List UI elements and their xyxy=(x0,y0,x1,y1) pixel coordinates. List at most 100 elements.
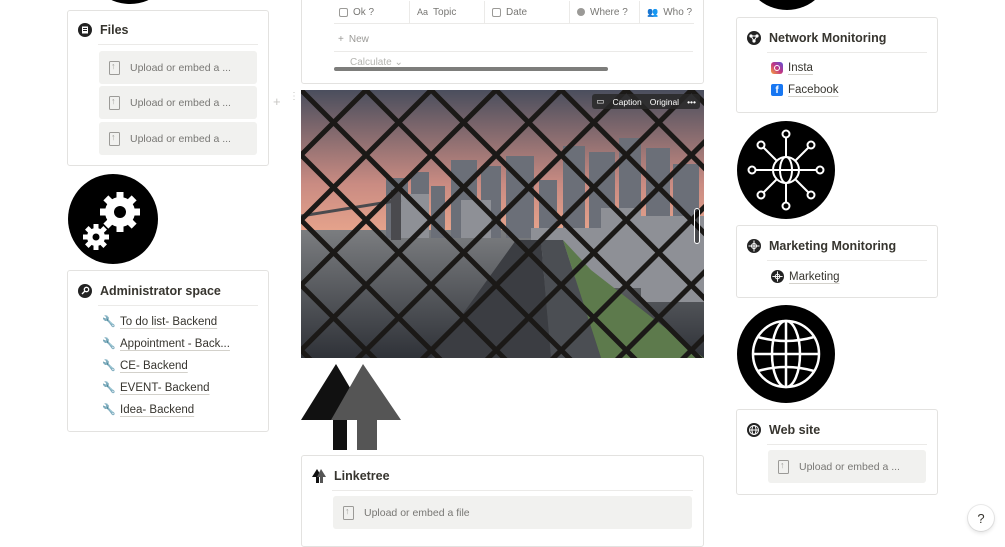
file-upload-icon xyxy=(778,459,789,474)
linktree-header: Linketree xyxy=(312,469,390,483)
column-label: Who ? xyxy=(663,6,693,18)
divider xyxy=(767,444,927,445)
website-title: Web site xyxy=(769,423,821,437)
network-globe-icon xyxy=(737,121,835,219)
marketing-title: Marketing Monitoring xyxy=(769,239,897,253)
files-title: Files xyxy=(100,23,129,37)
item-label: Idea- Backend xyxy=(120,403,195,416)
network-icon xyxy=(747,31,761,45)
linktree-small-icon xyxy=(312,469,326,483)
upload-block[interactable]: Upload or embed a file xyxy=(333,496,692,529)
more-options-button[interactable]: ••• xyxy=(683,97,700,107)
linktree-logo-icon xyxy=(301,364,401,450)
item-label: EVENT- Backend xyxy=(120,381,210,394)
wrench-icon: 🔧 xyxy=(102,404,116,416)
column-who[interactable]: 👥 Who ? xyxy=(639,1,692,23)
list-item-facebook[interactable]: f Facebook xyxy=(771,84,839,96)
linktree-title: Linketree xyxy=(334,469,390,483)
network-globe-small-icon xyxy=(771,270,784,283)
column-ok[interactable]: Ok ? xyxy=(339,1,374,23)
files-header: Files xyxy=(78,23,129,37)
person-icon: 👥 xyxy=(647,6,659,17)
globe-icon xyxy=(737,305,835,403)
help-button[interactable]: ? xyxy=(968,505,994,531)
globe-small-icon xyxy=(747,423,761,437)
divider xyxy=(767,260,927,261)
help-label: ? xyxy=(977,510,985,526)
item-label: Marketing xyxy=(789,270,840,283)
divider xyxy=(767,52,927,53)
files-card: Files Upload or embed a ... Upload or em… xyxy=(67,10,269,166)
key-icon xyxy=(78,284,92,298)
upload-label: Upload or embed a file xyxy=(364,506,470,519)
document-icon xyxy=(78,23,92,37)
website-header: Web site xyxy=(747,423,820,437)
divider xyxy=(332,490,693,491)
file-upload-icon xyxy=(109,95,120,110)
comment-icon[interactable]: ▭ xyxy=(592,96,608,107)
new-row-button[interactable]: + New xyxy=(338,34,369,45)
website-card: Web site Upload or embed a ... xyxy=(736,409,938,495)
table-header: Ok ? Aa Topic Date Where ? 👥 Who ? xyxy=(334,1,694,24)
gears-icon xyxy=(68,174,158,264)
resize-handle[interactable] xyxy=(694,208,700,244)
column-label: Where ? xyxy=(590,6,628,18)
upload-block[interactable]: Upload or embed a ... xyxy=(99,122,257,155)
add-block-icon[interactable]: + xyxy=(273,94,281,109)
divider xyxy=(98,44,258,45)
horizontal-scrollbar[interactable] xyxy=(334,67,608,71)
item-label: CE- Backend xyxy=(120,359,188,372)
linktree-card: Linketree Upload or embed a file xyxy=(301,455,704,547)
plus-icon: + xyxy=(338,34,344,45)
divider xyxy=(98,305,258,306)
wrench-icon: 🔧 xyxy=(102,316,116,328)
column-label: Ok ? xyxy=(353,6,375,18)
divider xyxy=(334,51,693,52)
admin-card: Administrator space 🔧 To do list- Backend… xyxy=(67,270,269,432)
column-where[interactable]: Where ? xyxy=(569,1,628,23)
network-globe-small-icon xyxy=(747,239,761,253)
city-fence-image[interactable]: ▭ Caption Original ••• xyxy=(301,90,704,358)
list-item[interactable]: 🔧 Appointment - Back... xyxy=(102,337,230,351)
wrench-icon: 🔧 xyxy=(102,360,116,372)
original-button[interactable]: Original xyxy=(646,97,683,107)
item-label: Appointment - Back... xyxy=(120,337,230,350)
network-title: Network Monitoring xyxy=(769,31,887,45)
facebook-icon: f xyxy=(771,84,783,96)
calendar-icon xyxy=(492,7,501,17)
item-label: To do list- Backend xyxy=(120,315,218,328)
file-upload-icon xyxy=(109,60,120,75)
list-item[interactable]: 🔧 To do list- Backend xyxy=(102,315,218,329)
upload-block[interactable]: Upload or embed a ... xyxy=(768,450,926,483)
upload-block[interactable]: Upload or embed a ... xyxy=(99,51,257,84)
column-label: Topic xyxy=(433,6,457,18)
item-label: Facebook xyxy=(788,84,839,96)
item-label: Insta xyxy=(788,62,813,74)
upload-label: Upload or embed a ... xyxy=(799,460,900,473)
marketing-header: Marketing Monitoring xyxy=(747,239,896,253)
top-right-circle-icon xyxy=(743,0,831,10)
top-left-circle-icon xyxy=(85,0,175,4)
admin-title: Administrator space xyxy=(100,284,221,298)
upload-block[interactable]: Upload or embed a ... xyxy=(99,86,257,119)
list-item[interactable]: 🔧 CE- Backend xyxy=(102,359,188,373)
caption-button[interactable]: Caption xyxy=(608,97,645,107)
list-item-insta[interactable]: Insta xyxy=(771,62,813,74)
text-icon: Aa xyxy=(417,7,429,17)
new-label: New xyxy=(348,34,369,45)
upload-label: Upload or embed a ... xyxy=(130,132,231,145)
column-date[interactable]: Date xyxy=(484,1,527,23)
checkbox-icon xyxy=(339,7,348,17)
select-icon xyxy=(577,8,585,16)
upload-label: Upload or embed a ... xyxy=(130,61,231,74)
network-header: Network Monitoring xyxy=(747,31,886,45)
list-item-marketing[interactable]: Marketing xyxy=(771,270,840,283)
admin-header: Administrator space xyxy=(78,284,221,298)
list-item[interactable]: 🔧 EVENT- Backend xyxy=(102,381,210,395)
list-item[interactable]: 🔧 Idea- Backend xyxy=(102,403,195,417)
instagram-icon xyxy=(771,62,783,74)
upload-label: Upload or embed a ... xyxy=(130,96,231,109)
column-topic[interactable]: Aa Topic xyxy=(409,1,456,23)
file-upload-icon xyxy=(109,131,120,146)
marketing-card: Marketing Monitoring Marketing xyxy=(736,225,938,298)
